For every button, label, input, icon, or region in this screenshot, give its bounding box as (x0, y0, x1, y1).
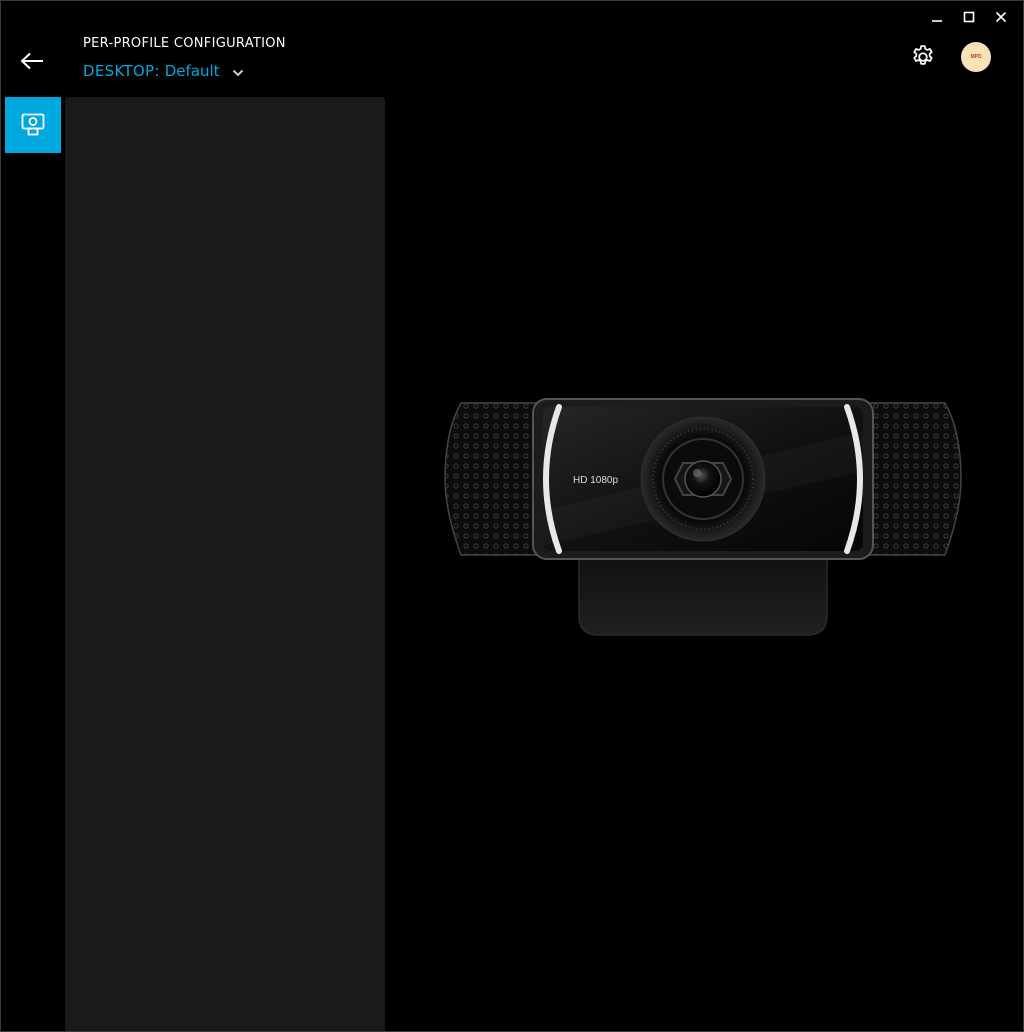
avatar[interactable]: MPD (961, 42, 991, 72)
webcam-illustration: HD 1080p (444, 398, 962, 636)
tab-rail (1, 97, 63, 153)
maximize-button[interactable] (953, 7, 985, 27)
avatar-initials: MPD (970, 54, 982, 60)
profile-prefix-label: DESKTOP: (83, 62, 160, 80)
settings-panel (65, 97, 385, 1031)
app-window: PER-PROFILE CONFIGURATION DESKTOP: Defau… (0, 0, 1024, 1032)
profile-name-label: Default (164, 62, 220, 80)
maximize-icon (963, 11, 975, 23)
close-button[interactable] (985, 7, 1017, 27)
back-button[interactable] (15, 46, 49, 76)
close-icon (995, 11, 1007, 23)
webcam-hd-label: HD 1080p (573, 475, 618, 486)
page-title: PER-PROFILE CONFIGURATION (83, 36, 286, 51)
chevron-down-icon (232, 69, 243, 77)
minimize-button[interactable] (921, 7, 953, 27)
gear-icon (913, 45, 933, 65)
webcam-icon (21, 113, 45, 136)
tab-camera-settings[interactable] (5, 97, 61, 153)
webcam-stand (578, 555, 828, 636)
profile-selector[interactable]: DESKTOP: Default (83, 62, 244, 80)
window-controls (921, 7, 1017, 27)
webcam-lens (684, 460, 722, 498)
minimize-icon (932, 20, 942, 22)
settings-button[interactable] (907, 41, 939, 73)
arrow-left-icon (20, 52, 43, 70)
